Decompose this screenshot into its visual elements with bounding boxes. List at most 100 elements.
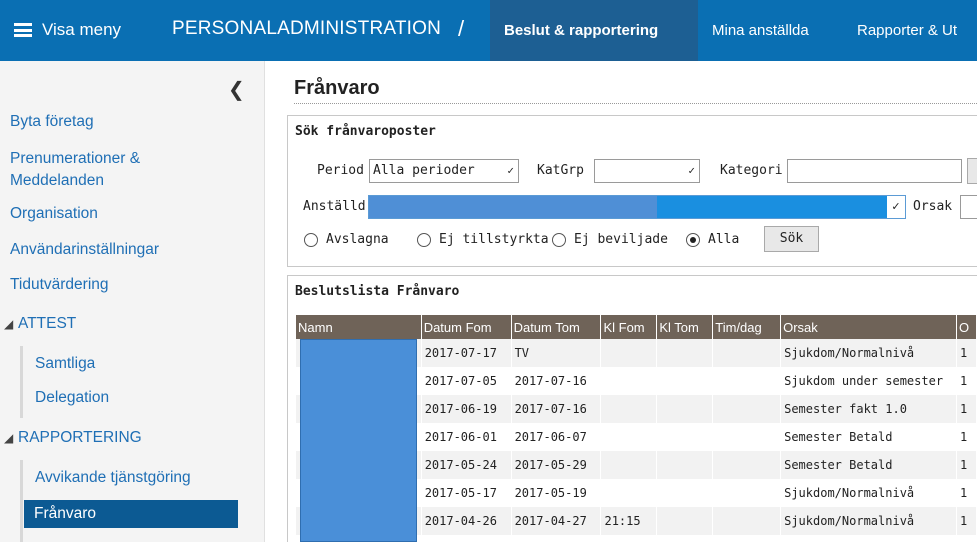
kategori-input[interactable]	[787, 159, 962, 183]
tab-mina-anstallda[interactable]: Mina anställda	[698, 0, 823, 61]
app-title: PERSONALADMINISTRATION	[172, 18, 442, 39]
radio-label: Alla	[708, 232, 740, 247]
orsak-input[interactable]	[960, 195, 977, 219]
sidebar-item-samtliga[interactable]: Samtliga	[35, 355, 95, 373]
cell-datum-fom: 2017-05-17	[421, 479, 512, 507]
cell-kl-tom	[656, 479, 714, 507]
chevron-left-icon[interactable]: ❮	[228, 77, 245, 102]
title-separator: /	[458, 16, 465, 41]
cell-kl-fom	[600, 451, 658, 479]
submenu-indicator	[20, 460, 23, 542]
section-label: ATTEST	[18, 315, 77, 332]
tab-label: Mina anställda	[712, 22, 809, 39]
sidebar-section-attest[interactable]: ◢ ATTEST	[4, 315, 76, 333]
col-datum-fom[interactable]: Datum Fom	[421, 315, 512, 339]
cell-datum-fom: 2017-06-01	[421, 423, 512, 451]
cell-tim-dag	[712, 451, 782, 479]
radio-circle	[304, 232, 318, 247]
radio-label: Ej beviljade	[574, 232, 668, 247]
cell-tim-dag	[712, 395, 782, 423]
period-select[interactable]: Alla perioder ✓	[369, 159, 519, 183]
cell-tim-dag	[712, 479, 782, 507]
cell-orsak: Sjukdom/Normalnivå	[780, 507, 958, 535]
sidebar-item-byta-foretag[interactable]: Byta företag	[10, 111, 94, 133]
table-header-row: Namn Datum Fom Datum Tom Kl Fom Kl Tom T…	[296, 315, 977, 339]
chevron-down-icon: ✓	[507, 164, 514, 177]
cell-o: 1	[956, 507, 977, 535]
cell-tim-dag	[712, 339, 782, 367]
col-namn[interactable]: Namn	[296, 315, 422, 339]
col-kl-fom[interactable]: Kl Fom	[600, 315, 658, 339]
cell-kl-fom	[600, 395, 658, 423]
search-button[interactable]: Sök	[764, 226, 819, 252]
col-tim-dag[interactable]: Tim/dag	[712, 315, 782, 339]
redacted-names	[300, 339, 417, 542]
tab-label: Rapporter & Ut	[857, 22, 958, 39]
cell-orsak: Semester fakt 1.0	[780, 395, 958, 423]
radio-avslagna[interactable]: Avslagna	[304, 232, 389, 247]
tab-rapporter[interactable]: Rapporter & Ut	[843, 0, 971, 61]
period-label: Period	[317, 163, 364, 178]
cell-kl-fom	[600, 367, 658, 395]
cell-datum-tom: 2017-05-19	[511, 479, 602, 507]
cell-orsak: Semester Betald	[780, 423, 958, 451]
cell-datum-tom: 2017-04-27	[511, 507, 602, 535]
cell-kl-fom	[600, 479, 658, 507]
col-datum-tom[interactable]: Datum Tom	[511, 315, 602, 339]
anstalld-select[interactable]: ✓	[368, 195, 906, 219]
redacted-block	[369, 196, 657, 218]
col-kl-tom[interactable]: Kl Tom	[656, 315, 714, 339]
cell-datum-fom: 2017-07-05	[421, 367, 512, 395]
cell-kl-fom	[600, 339, 658, 367]
sidebar-item-franvaro[interactable]: Frånvaro	[24, 500, 238, 528]
katgrp-label: KatGrp	[537, 163, 584, 178]
sidebar-item-anvandarinstallningar[interactable]: Användarinställningar	[10, 239, 159, 261]
chevron-down-icon: ✓	[688, 164, 695, 177]
cell-kl-tom	[656, 367, 714, 395]
sidebar-item-prenumerationer[interactable]: Prenumerationer &	[10, 148, 140, 170]
katgrp-select[interactable]: ✓	[594, 159, 700, 183]
kategori-label: Kategori	[720, 163, 783, 178]
kategori-lookup-button[interactable]	[967, 158, 977, 184]
cell-datum-fom: 2017-07-17	[421, 339, 512, 367]
orsak-label: Orsak	[913, 199, 953, 214]
period-value: Alla perioder	[373, 163, 475, 178]
cell-kl-fom: 21:15	[600, 507, 658, 535]
page-title: Frånvaro	[294, 77, 380, 99]
cell-kl-tom	[656, 395, 714, 423]
cell-kl-tom	[656, 423, 714, 451]
cell-datum-tom: 2017-07-16	[511, 367, 602, 395]
cell-orsak: Sjukdom under semester	[780, 367, 958, 395]
cell-kl-tom	[656, 507, 714, 535]
search-panel-title: Sök frånvaroposter	[295, 124, 436, 139]
section-label: RAPPORTERING	[18, 429, 142, 446]
caret-icon: ◢	[4, 431, 14, 445]
submenu-indicator	[20, 346, 23, 418]
sidebar-section-rapportering[interactable]: ◢ RAPPORTERING	[4, 429, 142, 447]
cell-o: 1	[956, 395, 977, 423]
col-orsak[interactable]: Orsak	[780, 315, 958, 339]
col-o[interactable]: O	[956, 315, 977, 339]
sidebar-item-avvikande-tjanstgoring[interactable]: Avvikande tjänstgöring	[35, 469, 191, 487]
show-menu-label: Visa meny	[42, 20, 122, 39]
sidebar-item-meddelanden[interactable]: Meddelanden	[10, 170, 104, 192]
radio-alla[interactable]: Alla	[686, 232, 739, 247]
sidebar-item-tidutvardering[interactable]: Tidutvärdering	[10, 274, 109, 296]
cell-datum-fom: 2017-04-26	[421, 507, 512, 535]
radio-ej-tillstyrkta[interactable]: Ej tillstyrkta	[417, 232, 549, 247]
radio-label: Ej tillstyrkta	[439, 232, 549, 247]
radio-ej-beviljade[interactable]: Ej beviljade	[552, 232, 668, 247]
hamburger-icon	[14, 23, 32, 37]
sidebar-item-delegation[interactable]: Delegation	[35, 389, 109, 407]
radio-circle	[552, 232, 566, 247]
cell-datum-fom: 2017-05-24	[421, 451, 512, 479]
cell-datum-tom: 2017-06-07	[511, 423, 602, 451]
tab-beslut-rapportering[interactable]: Beslut & rapportering	[490, 0, 698, 61]
cell-tim-dag	[712, 507, 782, 535]
cell-o: 1	[956, 339, 977, 367]
sidebar-item-organisation[interactable]: Organisation	[10, 203, 98, 225]
show-menu-button[interactable]: Visa meny	[14, 18, 121, 42]
chevron-down-icon: ✓	[887, 196, 905, 218]
tab-label: Beslut & rapportering	[504, 22, 659, 39]
cell-o: 1	[956, 479, 977, 507]
